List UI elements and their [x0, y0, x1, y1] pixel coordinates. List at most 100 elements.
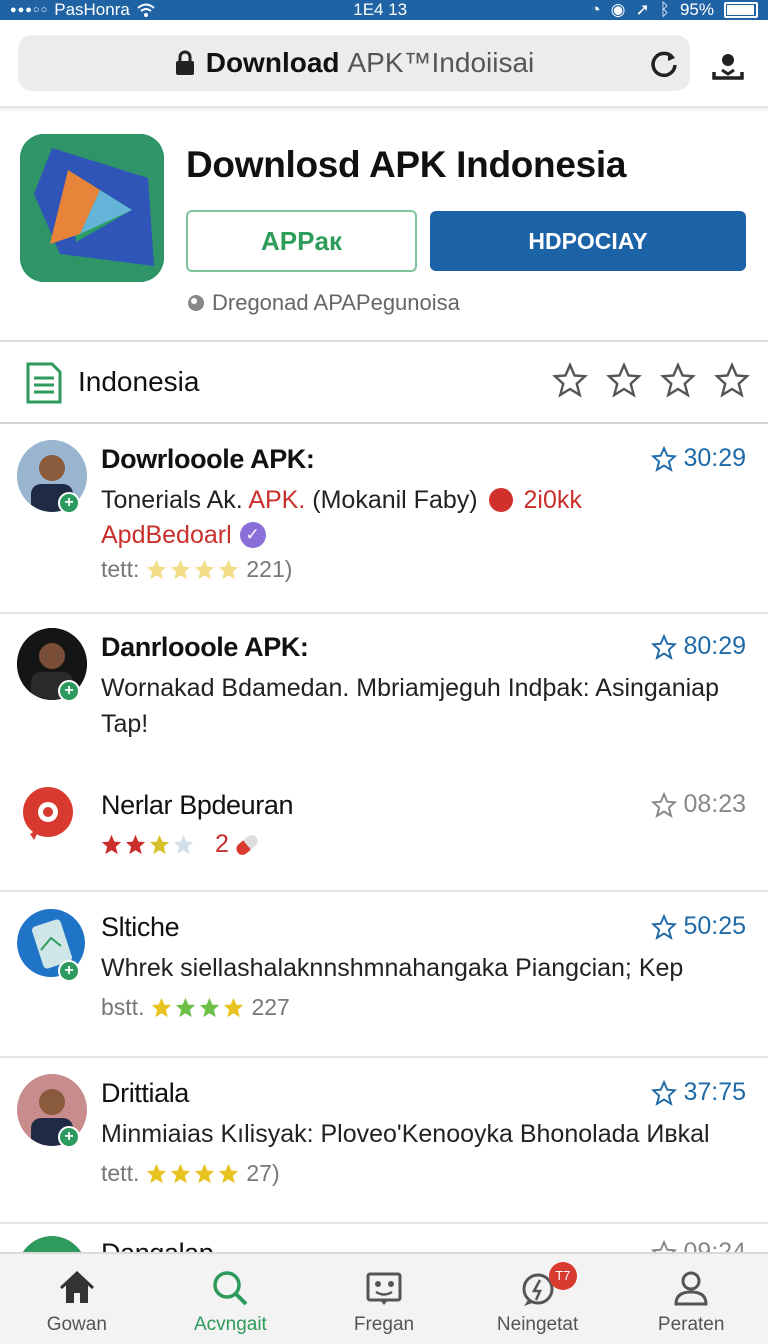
pill-icon	[233, 832, 260, 857]
star-icon	[219, 1163, 239, 1184]
star-icon	[152, 997, 172, 1018]
star-icon	[195, 559, 215, 580]
item-time-label: 80:29	[683, 632, 746, 660]
item-time-label: 08:23	[683, 790, 746, 818]
url-light-text: APK™Indoiisai	[347, 47, 535, 78]
url-bold-text: Download	[205, 47, 340, 78]
star-icon	[200, 997, 220, 1018]
star-icon	[171, 1163, 191, 1184]
app-primary-button[interactable]: APPaк	[186, 210, 417, 272]
bluetooth-icon: ᛒ	[659, 0, 670, 19]
item-description: Wornakad Bdamedan. Mbriamjeguh Indþak: A…	[101, 674, 719, 738]
reload-icon[interactable]	[648, 47, 680, 79]
rating-stars	[145, 1162, 240, 1185]
rating-stars	[145, 558, 240, 581]
app-header: Downlosd APK Indonesia APPaк HDPOCIAY Dr…	[0, 112, 768, 342]
meta-label: bstt.	[101, 994, 145, 1020]
star-outline-icon	[651, 791, 678, 818]
item-time-label: 50:25	[683, 912, 746, 940]
list-item[interactable]: + Danrlooole APK: 80:29 Wornakad Bdameda…	[0, 614, 768, 764]
meta-label: tett:	[101, 556, 140, 582]
battery-label: 95%	[679, 0, 714, 19]
nav-label: Fregan	[353, 1314, 415, 1335]
battery-icon	[724, 2, 758, 18]
rating-count: 27)	[246, 1160, 280, 1186]
notification-badge: T7	[548, 1262, 577, 1290]
desc-text: Tonerials Ak.	[101, 486, 243, 514]
nav-label: Peraten	[657, 1314, 725, 1335]
star-icon	[219, 559, 239, 580]
list-item[interactable]: + Sltiche 50:25 Whrek siellashalaknnshmn…	[0, 892, 768, 1056]
rating-count: 2	[215, 830, 229, 858]
nav-home[interactable]: Gowan	[0, 1254, 154, 1344]
nav-search[interactable]: Acvngait	[154, 1254, 308, 1344]
carrier-label: PasHonra	[54, 0, 130, 19]
rating-stars	[150, 996, 245, 1019]
add-badge-icon: +	[58, 960, 80, 982]
item-time: 08:23	[651, 790, 746, 819]
section-title: Indonesia	[78, 366, 200, 397]
star-outline-icon	[651, 633, 678, 660]
item-time: 30:29	[651, 444, 746, 473]
bottom-navigation: Gowan Acvngait Fregan Neingetat T7 Perat…	[0, 1252, 768, 1344]
add-badge-icon: +	[58, 492, 80, 514]
status-bar: ●●●○○ PasHonra 1E4 13 ◔ ◉ ➚ ᛒ 95%	[0, 0, 768, 20]
star-icon	[176, 997, 196, 1018]
rating-count: 221)	[246, 556, 293, 582]
item-time-label: 37:75	[683, 1078, 746, 1106]
document-icon	[26, 362, 62, 404]
item-time: 37:75	[651, 1078, 746, 1107]
star-outline-icon[interactable]	[660, 362, 696, 398]
rating-stars	[100, 833, 195, 856]
app-subtitle: Dregonad APAPegunoisa	[212, 290, 460, 315]
browser-toolbar: Download APK™Indoiisai	[0, 20, 768, 108]
nav-gallery[interactable]: Fregan	[307, 1254, 461, 1344]
nav-notifications[interactable]: Neingetat T7	[461, 1254, 615, 1344]
item-time-label: 30:29	[683, 444, 746, 472]
star-outline-icon	[651, 445, 678, 472]
download-icon[interactable]	[708, 46, 748, 86]
item-author-row: ApdBedoarl ✓	[101, 517, 751, 553]
rotation-lock-icon: ◉	[610, 0, 626, 19]
desc-highlight: APK.	[248, 486, 306, 514]
list-item[interactable]: + Drittiala 37:75 Minmiaias Kılisyak: Pl…	[0, 1058, 768, 1222]
app-title: Downlosd APK Indonesia	[186, 144, 627, 185]
item-title: Drittiala	[101, 1078, 189, 1108]
verified-icon: ✓	[239, 522, 266, 548]
star-icon	[147, 1163, 167, 1184]
star-icon	[147, 559, 167, 580]
nav-profile[interactable]: Peraten	[614, 1254, 768, 1344]
item-title: Nerlar Bpdeuran	[101, 790, 294, 820]
signal-icon: ●●●○○	[10, 4, 49, 16]
app-subtitle-row: Dregonad APAPegunoisa	[186, 290, 460, 316]
star-outline-icon[interactable]	[552, 362, 588, 398]
star-outline-icon[interactable]	[714, 362, 750, 398]
star-icon	[149, 834, 170, 855]
app-download-button[interactable]: HDPOCIAY	[430, 211, 746, 271]
desc-text: (Mokanil Faby)	[312, 486, 478, 514]
item-title: Danrlooole APK:	[101, 632, 309, 662]
item-time: 80:29	[651, 632, 746, 661]
alarm-icon: ◔	[590, 0, 601, 19]
ball-icon	[488, 488, 513, 512]
address-bar[interactable]: Download APK™Indoiisai	[18, 35, 690, 91]
item-description: Tonerials Ak. APK. (Mokanil Faby) 2i0kk	[101, 482, 751, 518]
add-badge-icon: +	[58, 680, 80, 702]
item-title: Dowrlooole APK:	[101, 444, 315, 474]
meta-label: tett.	[101, 1160, 140, 1186]
lock-icon	[175, 50, 194, 75]
list-item[interactable]: Nerlar Bpdeuran 08:23 2	[0, 766, 768, 890]
item-author: ApdBedoarl	[101, 521, 232, 549]
wifi-icon	[137, 3, 155, 17]
item-title: Sltiche	[101, 912, 180, 942]
nav-label: Gowan	[46, 1314, 107, 1335]
star-outline-icon	[651, 1079, 678, 1106]
star-icon	[171, 559, 191, 580]
star-icon	[173, 834, 194, 855]
star-icon	[195, 1163, 215, 1184]
battery-level	[727, 5, 754, 15]
item-description: Minmiaias Kılisyak: Ploveo'Kenooyka Bhon…	[101, 1120, 710, 1148]
section-rating[interactable]	[552, 362, 750, 398]
list-item[interactable]: + Dowrlooole APK: 30:29 Tonerials Ak. AP…	[0, 426, 768, 612]
star-outline-icon[interactable]	[606, 362, 642, 398]
